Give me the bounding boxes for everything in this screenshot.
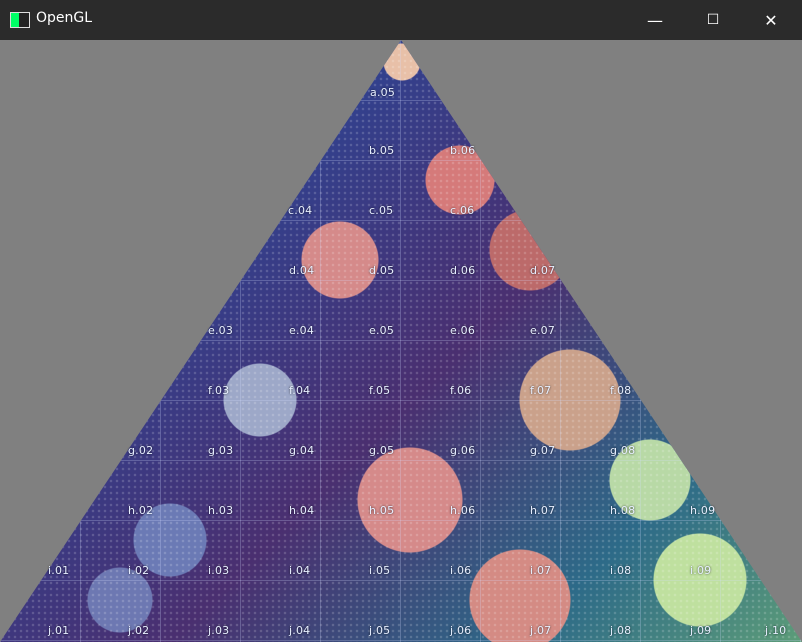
grid-label: d.04	[289, 264, 315, 277]
grid-label: e.04	[289, 324, 315, 337]
grid-label: e.06	[450, 324, 476, 337]
grid-label: h.07	[530, 504, 556, 517]
grid-label: a.05	[370, 86, 396, 99]
opengl-window: OpenGL — ☐ ✕ a.05 b.05 b.06 c.04 c.05 c.…	[0, 0, 802, 642]
grid-label: h.06	[450, 504, 476, 517]
grid-label: b.05	[369, 144, 395, 157]
grid-label: e.03	[208, 324, 234, 337]
grid-label: g.06	[450, 444, 476, 457]
grid-label: b.06	[450, 144, 476, 157]
grid-label: f.08	[610, 384, 632, 397]
minimize-icon: —	[647, 10, 663, 30]
grid-label: i.04	[289, 564, 311, 577]
grid-labels: a.05 b.05 b.06 c.04 c.05 c.06 d.04 d.05 …	[0, 40, 802, 642]
minimize-button[interactable]: —	[626, 0, 684, 40]
grid-label: g.04	[289, 444, 315, 457]
grid-label: f.07	[530, 384, 552, 397]
close-button[interactable]: ✕	[742, 0, 800, 40]
grid-label: h.03	[208, 504, 234, 517]
grid-label: i.07	[530, 564, 552, 577]
grid-label: j.01	[48, 624, 70, 637]
grid-label: g.05	[369, 444, 395, 457]
title-bar[interactable]: OpenGL — ☐ ✕	[0, 0, 802, 40]
grid-label: j.05	[369, 624, 391, 637]
grid-label: g.03	[208, 444, 234, 457]
grid-label: j.09	[690, 624, 712, 637]
grid-label: i.06	[450, 564, 472, 577]
grid-label: d.07	[530, 264, 556, 277]
grid-label: f.04	[289, 384, 311, 397]
grid-label: j.10	[765, 624, 787, 637]
grid-label: i.01	[48, 564, 70, 577]
grid-label: e.05	[369, 324, 395, 337]
grid-label: h.04	[289, 504, 315, 517]
grid-label: g.02	[128, 444, 154, 457]
grid-label: f.03	[208, 384, 230, 397]
grid-label: j.07	[530, 624, 552, 637]
grid-label: i.02	[128, 564, 150, 577]
grid-label: h.09	[690, 504, 716, 517]
maximize-button[interactable]: ☐	[684, 0, 742, 40]
opengl-viewport[interactable]: a.05 b.05 b.06 c.04 c.05 c.06 d.04 d.05 …	[0, 40, 802, 642]
grid-label: g.07	[530, 444, 556, 457]
maximize-icon: ☐	[706, 12, 720, 28]
grid-label: h.05	[369, 504, 395, 517]
grid-label: i.05	[369, 564, 391, 577]
app-icon	[10, 12, 30, 28]
grid-label: i.09	[690, 564, 712, 577]
grid-label: d.06	[450, 264, 476, 277]
grid-label: f.05	[369, 384, 391, 397]
grid-label: h.08	[610, 504, 636, 517]
grid-label: j.02	[128, 624, 150, 637]
grid-label: c.04	[288, 204, 313, 217]
grid-label: i.03	[208, 564, 230, 577]
grid-label: j.08	[610, 624, 632, 637]
window-title: OpenGL	[36, 10, 93, 26]
close-icon: ✕	[764, 10, 778, 30]
grid-label: f.06	[450, 384, 472, 397]
grid-label: g.08	[610, 444, 636, 457]
grid-label: h.02	[128, 504, 154, 517]
grid-label: j.06	[450, 624, 472, 637]
grid-label: d.05	[369, 264, 395, 277]
grid-label: c.06	[450, 204, 475, 217]
grid-label: j.03	[208, 624, 230, 637]
grid-label: c.05	[369, 204, 394, 217]
grid-label: i.08	[610, 564, 632, 577]
grid-label: j.04	[289, 624, 311, 637]
grid-label: e.07	[530, 324, 556, 337]
